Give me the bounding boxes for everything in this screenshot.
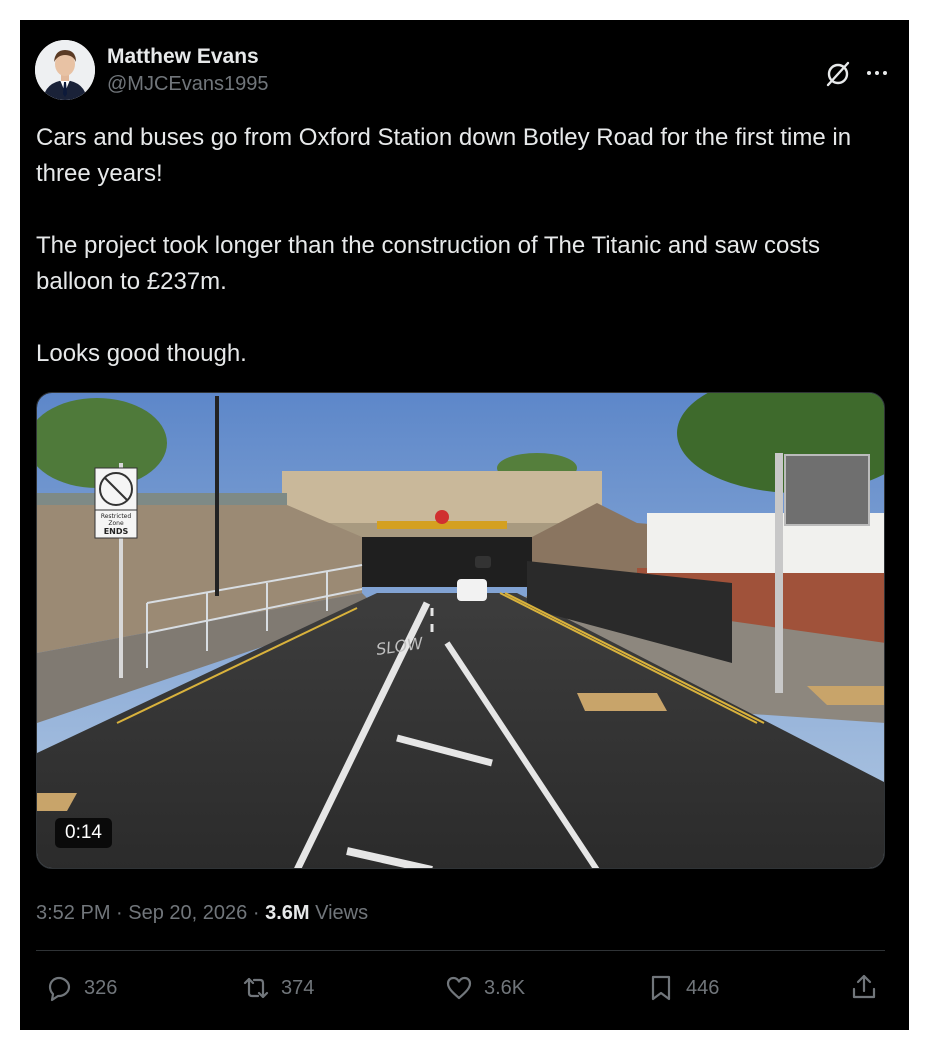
author-names: Matthew Evans @MJCEvans1995 [107, 44, 268, 97]
bookmark-count: 446 [686, 976, 720, 999]
tweet-paragraph: Looks good though. [36, 340, 247, 367]
repost-button[interactable]: 374 [241, 970, 314, 1006]
avatar-image [35, 40, 95, 100]
tweet-text: Cars and buses go from Oxford Station do… [36, 120, 886, 372]
action-bar: 326 374 3.6K 446 [36, 970, 885, 1006]
car [475, 556, 491, 568]
avatar[interactable] [35, 40, 95, 100]
like-button[interactable]: 3.6K [444, 970, 525, 1006]
repost-count: 374 [281, 976, 315, 999]
sign-text-1: Restricted [101, 513, 132, 520]
sign-text-2: Zone [108, 520, 124, 527]
reply-icon [48, 976, 71, 1002]
views-label: Views [315, 902, 369, 924]
reply-button[interactable]: 326 [44, 970, 117, 1006]
like-count: 3.6K [484, 976, 526, 999]
reply-count: 326 [84, 976, 118, 999]
tweet-paragraph: Cars and buses go from Oxford Station do… [36, 124, 852, 187]
tweet-date[interactable]: Sep 20, 2026 [128, 902, 247, 924]
car [457, 579, 487, 601]
meta-separator: · [252, 902, 260, 924]
meta-separator: · [116, 902, 123, 924]
tweet-card: Matthew Evans @MJCEvans1995 Cars and bus… [20, 20, 909, 1030]
tweet-header: Matthew Evans @MJCEvans1995 [35, 40, 890, 102]
video-frame: Restricted Zone ENDS SLOW [37, 393, 884, 868]
tweet-paragraph: The project took longer than the constru… [36, 232, 820, 295]
tweet-meta: 3:52 PM · Sep 20, 2026 · 3.6M Views [36, 900, 368, 926]
video-duration: 0:14 [55, 818, 112, 848]
video-player[interactable]: Restricted Zone ENDS SLOW 0:14 [36, 392, 885, 869]
divider [36, 950, 885, 951]
bookmark-button[interactable]: 446 [646, 970, 719, 1006]
like-icon [446, 976, 472, 1000]
bookmark-icon [651, 975, 671, 1001]
handle[interactable]: @MJCEvans1995 [107, 71, 268, 97]
tweet-time[interactable]: 3:52 PM [36, 902, 110, 924]
sign-text-3: ENDS [104, 527, 129, 536]
grok-icon[interactable] [824, 60, 852, 88]
repost-icon [243, 977, 269, 999]
share-icon[interactable] [849, 972, 879, 1002]
display-name[interactable]: Matthew Evans [107, 44, 268, 70]
more-icon[interactable] [864, 60, 890, 86]
views-count: 3.6M [265, 902, 310, 924]
